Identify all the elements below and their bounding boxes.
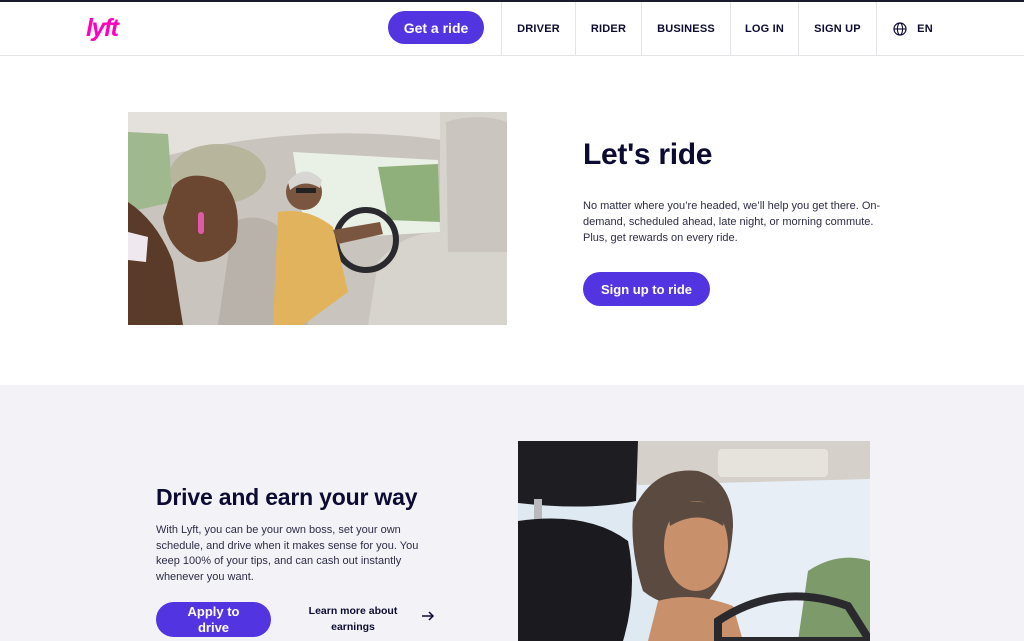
driver-section-background (0, 385, 1024, 641)
rider-section-title: Let's ride (583, 138, 713, 171)
nav-item-sign-up[interactable]: SIGN UP (799, 2, 876, 56)
top-navigation: lyft Get a ride DRIVER RIDER BUSINESS LO… (0, 2, 1024, 56)
nav-item-log-in[interactable]: LOG IN (731, 2, 798, 56)
language-label: EN (917, 23, 933, 35)
svg-text:lyft: lyft (86, 14, 121, 42)
lyft-logo-icon: lyft (86, 14, 122, 42)
sign-up-to-ride-button[interactable]: Sign up to ride (583, 272, 710, 306)
arrow-right-icon[interactable] (421, 610, 435, 622)
nav-item-rider[interactable]: RIDER (576, 2, 641, 56)
driver-section-title: Drive and earn your way (156, 484, 418, 510)
driver-section-body: With Lyft, you can be your own boss, set… (156, 524, 419, 583)
rider-section-body: No matter where you’re headed, we’ll hel… (583, 200, 881, 244)
globe-icon (893, 22, 907, 36)
learn-more-earnings-link[interactable]: Learn more about earnings (300, 603, 406, 635)
nav-item-business[interactable]: BUSINESS (642, 2, 730, 56)
rider-photo (128, 112, 507, 325)
lyft-logo[interactable]: lyft (86, 14, 126, 42)
language-selector[interactable]: EN (877, 2, 949, 56)
get-a-ride-button[interactable]: Get a ride (388, 11, 484, 44)
apply-to-drive-button[interactable]: Apply to drive (156, 602, 271, 637)
nav-item-driver[interactable]: DRIVER (502, 2, 575, 56)
driver-photo (518, 441, 870, 641)
